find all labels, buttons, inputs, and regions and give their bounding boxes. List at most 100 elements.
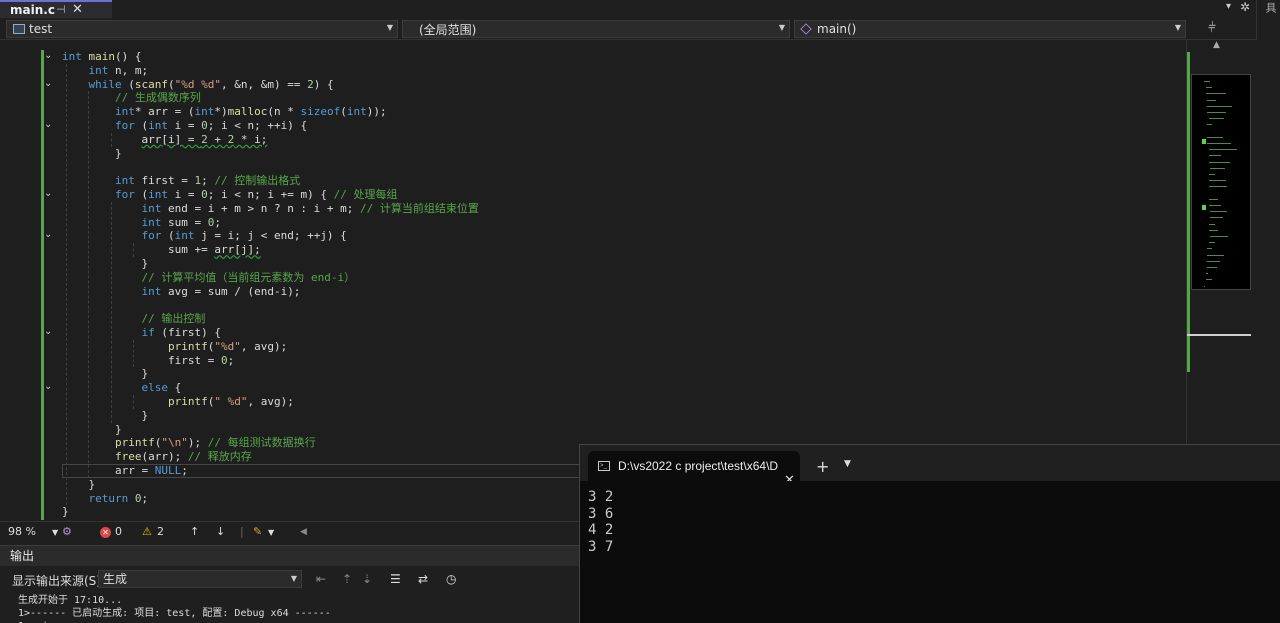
code-line[interactable]: // 输出控制 [62,312,205,326]
fold-toggle-icon[interactable]: ⌄ [44,188,52,199]
fold-toggle-icon[interactable]: ⌄ [44,50,52,61]
split-window-icon[interactable]: ⫩ [1208,20,1216,36]
minimap-warning-marker[interactable] [1202,139,1206,144]
code-line[interactable]: for (int i = 0; i < n; i += m) { // 处理每组 [62,188,397,202]
console-window[interactable]: >_ D:\vs2022 c project\test\x64\D ✕ + ▼ … [579,444,1280,623]
code-line[interactable]: int sum = 0; [62,216,220,230]
fold-toggle-icon[interactable]: ⌄ [44,229,52,240]
tab-list-dropdown-icon[interactable]: ▾ [1226,1,1231,12]
code-line[interactable]: // 计算平均值（当前组元素数为 end-i） [62,271,355,285]
minimap-line [1210,217,1224,219]
code-line[interactable]: for (int i = 0; i < n; ++i) { [62,119,307,133]
minimap-line [1205,93,1227,95]
fold-toggle-icon[interactable]: ⌄ [44,381,52,392]
code-line[interactable]: if (first) { [62,326,220,340]
word-wrap-icon[interactable]: ⇄ [418,572,428,586]
code-line[interactable]: while (scanf("%d %d", &n, &m) == 2) { [62,78,334,92]
minimap-line [1208,186,1227,188]
console-tab-bar: >_ D:\vs2022 c project\test\x64\D ✕ + ▼ [580,445,1280,481]
code-minimap[interactable] [1191,74,1251,290]
code-line[interactable]: arr[i] = 2 + 2 * i; [62,133,267,147]
code-line[interactable]: } [62,409,148,423]
code-line[interactable]: } [62,257,148,271]
new-tab-button[interactable]: + [816,457,829,476]
code-line[interactable]: } [62,147,122,161]
previous-message-icon[interactable]: ⇡ [342,572,352,586]
minimap-line [1210,167,1226,169]
code-health-icon[interactable]: ⚙ [62,525,72,538]
indent-guide [66,63,67,506]
minimap-warning-marker[interactable] [1202,205,1206,210]
chevron-down-icon[interactable]: ▼ [844,459,851,469]
next-message-icon[interactable]: ⇣ [362,572,372,586]
code-line[interactable]: for (int j = i; j < end; ++j) { [62,229,346,243]
code-line[interactable]: printf(" %d", avg); [62,395,294,409]
code-line[interactable]: int* arr = (int*)malloc(n * sizeof(int))… [62,105,387,119]
zoom-level[interactable]: 98 % [8,525,36,538]
project-selector[interactable]: test ▼ [6,20,398,38]
code-line[interactable]: int avg = sum / (end-i); [62,285,300,299]
close-icon[interactable]: ✕ [784,465,795,481]
gear-icon[interactable]: ✲ [1240,0,1250,14]
minimap-line [1208,118,1225,120]
output-panel-title[interactable]: 输出 [0,546,580,566]
tab-title: main.c [10,3,55,17]
chevron-down-icon[interactable]: ▼ [52,528,58,537]
code-line[interactable]: else { [62,381,181,395]
minimap-line [1208,198,1219,200]
code-line[interactable]: int end = i + m > n ? n : i + m; // 计算当前… [62,202,478,216]
scroll-up-icon[interactable]: ▲ [1213,40,1220,50]
code-line[interactable]: } [62,423,122,437]
output-source-label: 显示输出来源(S): [12,574,106,588]
code-line[interactable]: int n, m; [62,64,149,78]
fold-toggle-icon[interactable]: ⌄ [44,326,52,337]
minimap-line [1207,99,1216,101]
previous-issue-icon[interactable]: ↑ [190,525,199,538]
timestamp-icon[interactable]: ◷ [446,572,456,586]
chevron-down-icon[interactable]: ▼ [268,528,274,537]
code-line[interactable]: return 0; [62,492,149,506]
console-output: 3 2 3 6 4 2 3 7 [588,489,614,555]
scope-selector-label: (全局范围) [419,22,477,37]
scope-selector[interactable]: (全局范围) ▼ [402,20,790,38]
console-tab[interactable]: >_ D:\vs2022 c project\test\x64\D ✕ [588,451,800,481]
find-message-icon[interactable]: ⇤ [316,572,326,586]
indent-guide [133,339,134,368]
code-cleanup-icon[interactable]: ✎ [253,525,262,538]
minimap-line [1205,279,1213,281]
code-line[interactable]: printf("\n"); // 每组测试数据换行 [62,436,316,450]
scroll-left-icon[interactable]: ◀ [300,527,307,537]
code-line[interactable]: sum += arr[j]; [62,243,261,257]
project-selector-label: test [29,22,53,36]
fold-toggle-icon[interactable]: ⌄ [44,119,52,130]
code-line[interactable]: free(arr); // 释放内存 [62,450,252,464]
pin-icon[interactable]: ⊣ [56,3,66,16]
code-line[interactable]: // 生成偶数序列 [62,91,201,105]
code-line[interactable]: printf("%d", avg); [62,340,287,354]
clear-all-icon[interactable]: ☰ [390,572,401,586]
output-source-dropdown[interactable]: 生成 ▼ [98,570,302,588]
warning-icon[interactable]: ⚠ [142,525,152,538]
minimap-line [1208,205,1221,206]
code-line[interactable]: arr = NULL; [62,464,188,478]
minimap-line [1207,260,1221,262]
minimap-line [1207,248,1212,250]
function-selector[interactable]: main() ▼ [794,20,1186,38]
diagnostic-tools-side-tab[interactable]: 诊断工具 [1256,0,1280,40]
code-line[interactable]: int first = 1; // 控制输出格式 [62,174,300,188]
minimap-line [1207,254,1224,256]
tab-main-c[interactable]: main.c ⊣ ✕ [0,0,112,18]
error-count[interactable]: 0 [115,525,122,538]
fold-toggle-icon[interactable]: ⌄ [44,78,52,89]
code-line[interactable]: int main() { [62,50,142,64]
close-icon[interactable]: ✕ [72,2,83,17]
code-line[interactable]: } [62,505,69,519]
warning-count[interactable]: 2 [157,525,164,538]
error-icon[interactable]: ✕ [100,527,111,538]
minimap-line [1204,285,1205,287]
editor-status-bar: 98 % ▼ ⚙ ✕ 0 ⚠ 2 ↑ ↓ | ✎ ▼ ◀ [0,521,580,541]
vertical-scrollbar[interactable]: ▲ [1186,40,1256,444]
scroll-position-marker[interactable] [1187,334,1251,336]
code-line[interactable]: } [62,367,148,381]
next-issue-icon[interactable]: ↓ [216,525,225,538]
